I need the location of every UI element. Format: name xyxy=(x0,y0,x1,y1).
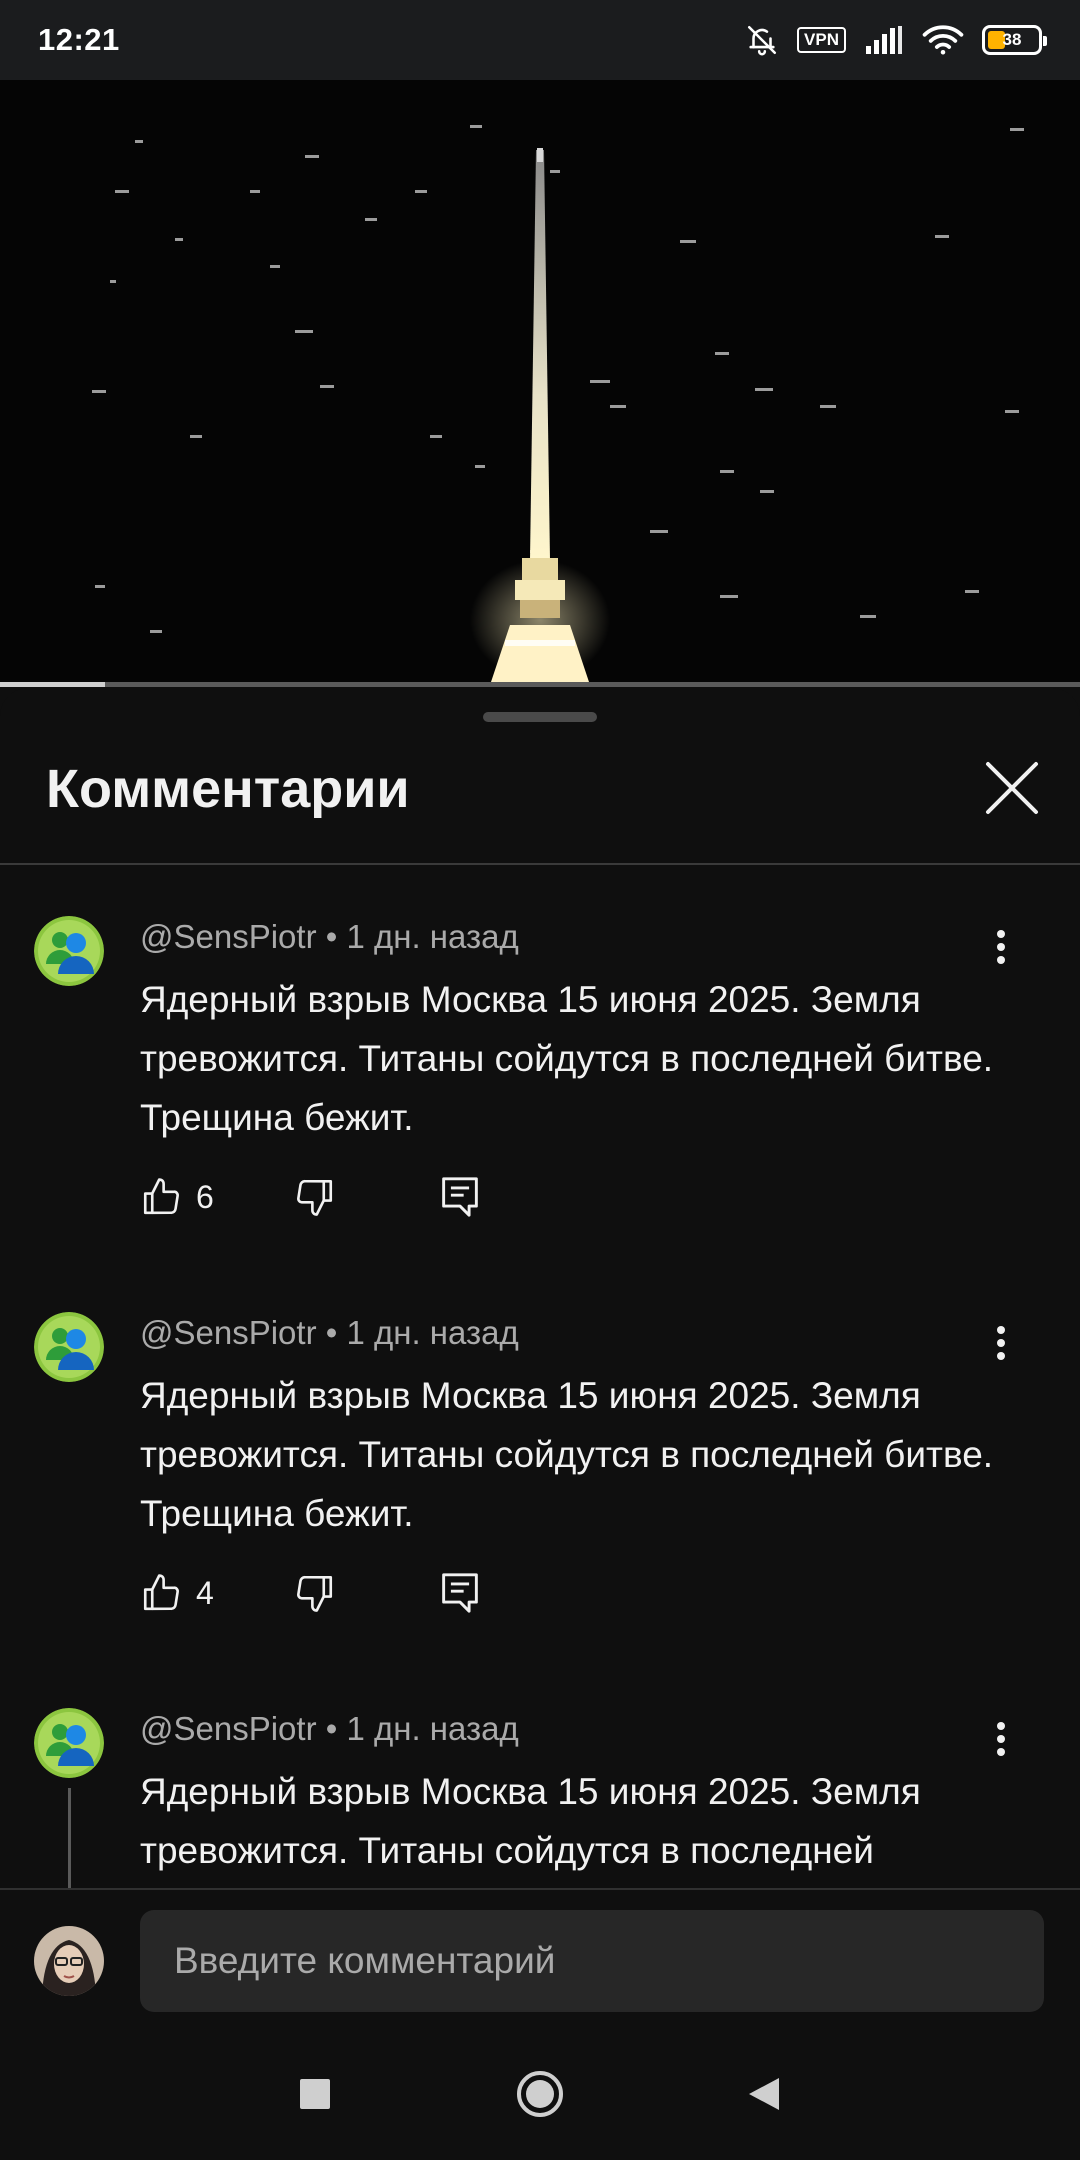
like-button[interactable]: 4 xyxy=(140,1572,214,1614)
more-vert-icon xyxy=(997,1722,1005,1756)
dislike-button[interactable] xyxy=(294,1572,336,1614)
user-avatar-icon xyxy=(34,1708,104,1778)
close-button[interactable] xyxy=(976,752,1048,824)
comment-author[interactable]: @SensPiotr xyxy=(140,1314,317,1351)
comment-meta: @SensPiotr • 1 дн. назад xyxy=(140,1314,519,1352)
thumb-up-icon xyxy=(143,1574,179,1611)
comment-author[interactable]: @SensPiotr xyxy=(140,918,317,955)
like-count: 6 xyxy=(196,1178,214,1215)
reply-button[interactable] xyxy=(440,1571,480,1615)
like-button[interactable]: 6 xyxy=(140,1176,214,1218)
user-avatar-icon xyxy=(34,916,104,986)
comment-age: • 1 дн. назад xyxy=(325,1710,519,1747)
battery-level: 38 xyxy=(1002,30,1022,49)
thumb-down-icon xyxy=(296,1179,332,1216)
comment-text: Ядерный взрыв Москва 15 июня 2025. Земля… xyxy=(140,979,994,1138)
profile-avatar-icon xyxy=(34,1926,104,1996)
wifi-icon xyxy=(922,24,964,56)
dislike-button[interactable] xyxy=(294,1176,336,1218)
bell-off-icon xyxy=(745,23,779,57)
comment-input[interactable] xyxy=(140,1910,1044,2012)
comment-actions: 6 xyxy=(140,1172,480,1222)
video-progress-fill xyxy=(0,682,105,687)
avatar[interactable] xyxy=(34,916,104,986)
avatar[interactable] xyxy=(34,1312,104,1382)
reply-button[interactable] xyxy=(440,1175,480,1219)
comment-meta: @SensPiotr • 1 дн. назад xyxy=(140,918,519,956)
status-time: 12:21 xyxy=(38,22,120,57)
reply-icon xyxy=(441,1177,478,1217)
thread-line xyxy=(68,1788,71,1888)
battery-icon: 38 xyxy=(982,25,1047,55)
video-player[interactable] xyxy=(0,80,1080,685)
home-circle-icon xyxy=(517,2071,563,2117)
comment-meta: @SensPiotr • 1 дн. назад xyxy=(140,1710,519,1748)
home-button[interactable] xyxy=(508,2062,572,2126)
avatar[interactable] xyxy=(34,1708,104,1778)
video-frame xyxy=(0,80,1080,685)
comment-age: • 1 дн. назад xyxy=(325,1314,519,1351)
more-vert-icon xyxy=(997,930,1005,964)
comment-text: Ядерный взрыв Москва 15 июня 2025. Земля… xyxy=(140,1771,921,1871)
more-vert-icon xyxy=(997,1326,1005,1360)
thumb-down-icon xyxy=(296,1575,332,1612)
more-options-button[interactable] xyxy=(986,1714,1016,1764)
back-button[interactable] xyxy=(732,2062,796,2126)
reply-icon xyxy=(441,1573,478,1613)
comment-actions: 4 xyxy=(140,1568,480,1618)
comment-author[interactable]: @SensPiotr xyxy=(140,1710,317,1747)
video-progress-bar[interactable] xyxy=(0,682,1080,687)
more-options-button[interactable] xyxy=(986,1318,1016,1368)
comment-age: • 1 дн. назад xyxy=(325,918,519,955)
status-bar: 12:21 VPN 38 xyxy=(0,0,1080,80)
header-divider xyxy=(0,863,1080,865)
more-options-button[interactable] xyxy=(986,922,1016,972)
recents-square-icon xyxy=(300,2079,330,2109)
comment-text: Ядерный взрыв Москва 15 июня 2025. Земля… xyxy=(140,1375,994,1534)
status-icons: VPN 38 xyxy=(745,23,1047,57)
close-icon xyxy=(986,762,1038,814)
sheet-title: Комментарии xyxy=(46,759,410,819)
comment-item: @SensPiotr • 1 дн. назад Ядерный взрыв М… xyxy=(0,1708,1080,1888)
vpn-icon: VPN xyxy=(797,27,846,53)
user-avatar-icon xyxy=(34,1312,104,1382)
my-avatar[interactable] xyxy=(34,1926,104,1996)
back-triangle-icon xyxy=(749,2078,779,2110)
thumb-up-icon xyxy=(143,1178,179,1215)
signal-icon xyxy=(864,25,904,55)
comment-input-bar xyxy=(0,1888,1080,2024)
recents-button[interactable] xyxy=(283,2062,347,2126)
system-nav-bar xyxy=(0,2024,1080,2160)
drag-handle[interactable] xyxy=(483,712,597,722)
like-count: 4 xyxy=(196,1574,214,1611)
